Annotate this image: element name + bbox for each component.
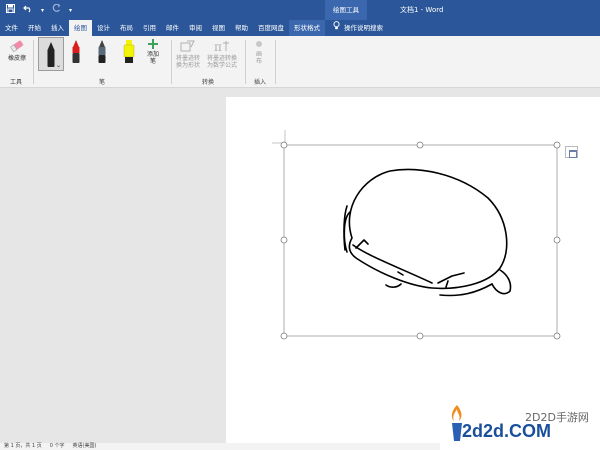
pen-black-selected[interactable]: ⌄ bbox=[38, 37, 64, 71]
pencil-button[interactable] bbox=[96, 39, 108, 69]
tools-group: 橡皮擦 工具 bbox=[0, 36, 32, 88]
tab-design[interactable]: 设计 bbox=[92, 20, 115, 36]
plus-icon bbox=[148, 39, 158, 51]
resize-handle[interactable] bbox=[416, 141, 424, 149]
ink-to-shape-icon bbox=[179, 39, 197, 55]
ribbon-tabs: 文件 开始 插入 绘图 设计 布局 引用 邮件 审阅 视图 帮助 百度网盘 形状… bbox=[0, 20, 600, 36]
add-pen-label-line1: 添加 bbox=[146, 51, 159, 58]
tab-baidu-netdisk[interactable]: 百度网盘 bbox=[253, 20, 289, 36]
insert-group: 画 布 插入 bbox=[246, 36, 274, 88]
pen-red-button[interactable] bbox=[70, 39, 82, 69]
add-pen-label-line2: 笔 bbox=[149, 58, 156, 65]
tools-group-label: 工具 bbox=[9, 79, 22, 86]
tab-insert[interactable]: 插入 bbox=[46, 20, 69, 36]
resize-handle[interactable] bbox=[553, 332, 561, 340]
redo-icon[interactable] bbox=[52, 3, 61, 16]
ink-to-math-label-line2: 为数学公式 bbox=[206, 62, 237, 69]
canvas-label-line1: 画 bbox=[255, 51, 262, 58]
save-icon[interactable] bbox=[6, 4, 15, 16]
ink-to-math-label-line1: 将墨迹转换 bbox=[206, 55, 237, 62]
tab-layout[interactable]: 布局 bbox=[115, 20, 138, 36]
drawing-canvas-button[interactable]: 画 布 bbox=[250, 39, 268, 65]
resize-handle[interactable] bbox=[553, 141, 561, 149]
lightbulb-icon bbox=[333, 20, 340, 36]
page-count[interactable]: 第 1 页，共 1 页 bbox=[4, 443, 42, 450]
eraser-button[interactable]: 橡皮擦 bbox=[4, 39, 30, 67]
tab-mailings[interactable]: 邮件 bbox=[161, 20, 184, 36]
tab-file[interactable]: 文件 bbox=[0, 20, 23, 36]
quick-access-toolbar: ▾ ▾ bbox=[6, 3, 72, 16]
add-pen-button[interactable]: 添加 笔 bbox=[144, 39, 162, 65]
pens-group: ⌄ 添加 笔 笔 bbox=[34, 36, 170, 88]
convert-group-label: 转换 bbox=[201, 79, 214, 86]
tab-view[interactable]: 视图 bbox=[207, 20, 230, 36]
tell-me-label: 操作说明搜索 bbox=[344, 24, 383, 32]
watermark-en: 2d2d.COM bbox=[462, 421, 552, 441]
tab-references[interactable]: 引用 bbox=[138, 20, 161, 36]
resize-handle[interactable] bbox=[280, 141, 288, 149]
group-divider bbox=[275, 40, 276, 84]
ink-to-shape-button[interactable]: 将墨迹转 换为形状 bbox=[174, 39, 202, 69]
customize-qat-icon[interactable]: ▾ bbox=[69, 7, 72, 14]
undo-icon[interactable] bbox=[23, 4, 33, 16]
eraser-icon bbox=[9, 39, 25, 55]
ink-to-shape-label-line2: 换为形状 bbox=[175, 62, 200, 69]
chevron-down-icon[interactable]: ⌄ bbox=[56, 62, 61, 69]
ribbon: 橡皮擦 工具 ⌄ 添加 笔 笔 将墨迹转 换为形状 π 将墨迹转换 为数学公式 … bbox=[0, 36, 600, 88]
ink-to-math-icon: π bbox=[213, 39, 231, 55]
ink-to-shape-label-line1: 将墨迹转 bbox=[175, 55, 200, 62]
watermark: 2D2D手游网 2d2d.COM bbox=[440, 395, 600, 450]
canvas-icon bbox=[254, 39, 264, 51]
tab-draw[interactable]: 绘图 bbox=[69, 20, 92, 36]
tab-review[interactable]: 审阅 bbox=[184, 20, 207, 36]
svg-text:π: π bbox=[214, 40, 222, 53]
resize-handle[interactable] bbox=[553, 236, 561, 244]
language-indicator[interactable]: 英语(美国) bbox=[73, 443, 97, 450]
insert-group-label: 插入 bbox=[253, 79, 266, 86]
tab-help[interactable]: 帮助 bbox=[230, 20, 253, 36]
ink-to-math-button[interactable]: π 将墨迹转换 为数学公式 bbox=[204, 39, 240, 69]
resize-handle[interactable] bbox=[280, 332, 288, 340]
tab-home[interactable]: 开始 bbox=[23, 20, 46, 36]
resize-handle[interactable] bbox=[280, 236, 288, 244]
word-count[interactable]: 0 个字 bbox=[50, 443, 65, 450]
layout-options-icon[interactable] bbox=[565, 146, 578, 158]
canvas-label-line2: 布 bbox=[255, 58, 262, 65]
tell-me-search[interactable]: 操作说明搜索 bbox=[325, 20, 383, 36]
eraser-label: 橡皮擦 bbox=[7, 55, 26, 62]
undo-dropdown-icon[interactable]: ▾ bbox=[41, 7, 44, 14]
resize-handle[interactable] bbox=[416, 332, 424, 340]
pens-group-label: 笔 bbox=[98, 79, 105, 86]
convert-group: 将墨迹转 换为形状 π 将墨迹转换 为数学公式 转换 bbox=[172, 36, 244, 88]
highlighter-button[interactable] bbox=[122, 39, 136, 69]
document-area bbox=[0, 88, 600, 450]
contextual-tab-header: 绘图工具 bbox=[325, 0, 367, 20]
title-bar: ▾ ▾ 绘图工具 文档1 - Word bbox=[0, 0, 600, 20]
tab-shape-format[interactable]: 形状格式 bbox=[289, 20, 325, 36]
document-title: 文档1 - Word bbox=[400, 6, 444, 14]
